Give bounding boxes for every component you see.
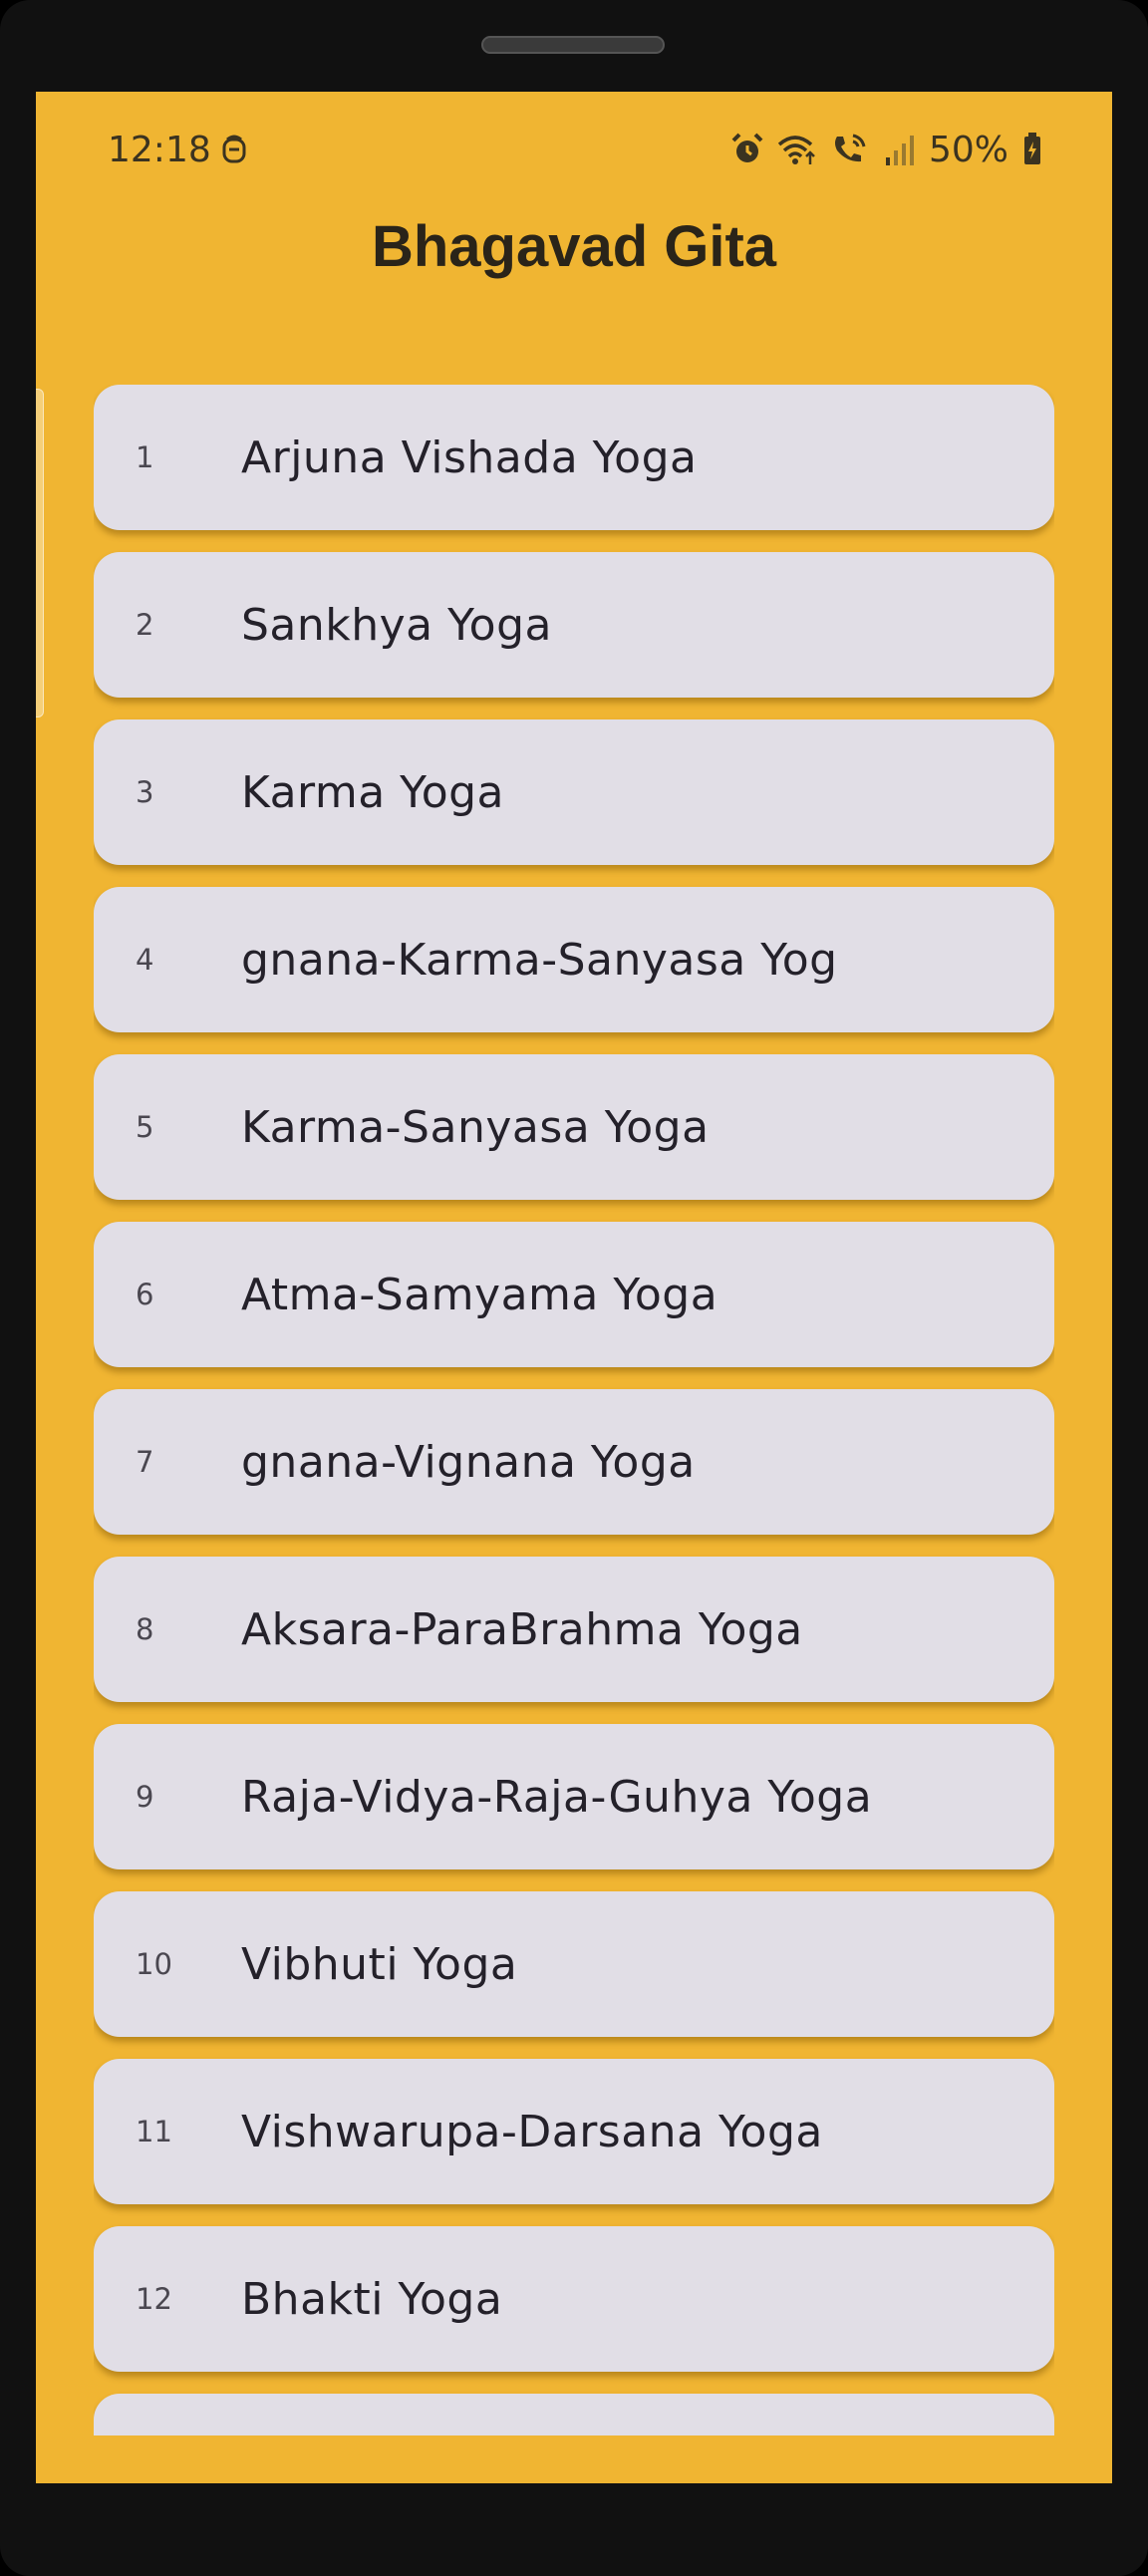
chapter-title: gnana-Karma-Sanyasa Yog: [241, 934, 838, 986]
chapter-card[interactable]: 2 Sankhya Yoga: [94, 552, 1054, 698]
chapter-number: 2: [136, 608, 154, 642]
chapter-list[interactable]: 1 Arjuna Vishada Yoga 2 Sankhya Yoga 3 Karma …: [94, 385, 1054, 2435]
chapter-card[interactable]: 12 Bhakti Yoga: [94, 2226, 1054, 2372]
chapter-card[interactable]: [94, 2394, 1054, 2435]
status-icons: 50%: [731, 128, 1042, 171]
phone-frame: 12:18 50% Bhagavad Gita 1 Arjuna Vishada…: [0, 0, 1148, 2576]
chapter-number: 6: [136, 1278, 154, 1311]
chapter-number: 11: [136, 2115, 172, 2148]
chapter-number: 12: [136, 2282, 172, 2316]
chapter-card[interactable]: 7 gnana-Vignana Yoga: [94, 1389, 1054, 1535]
chapter-title: Vishwarupa-Darsana Yoga: [241, 2106, 823, 2157]
chapter-title: Karma-Sanyasa Yoga: [241, 1101, 710, 1153]
chapter-number: 3: [136, 775, 154, 809]
chapter-number: 5: [136, 1110, 154, 1144]
chapter-card[interactable]: 9 Raja-Vidya-Raja-Guhya Yoga: [94, 1724, 1054, 1869]
chapter-title: Bhakti Yoga: [241, 2273, 503, 2325]
chapter-number: 10: [136, 1947, 172, 1981]
app-screen: 12:18 50% Bhagavad Gita 1 Arjuna Vishada…: [36, 92, 1112, 2483]
signal-icon: [885, 134, 915, 165]
phone-speaker: [481, 36, 665, 54]
chapter-card[interactable]: 1 Arjuna Vishada Yoga: [94, 385, 1054, 530]
chapter-card[interactable]: 11 Vishwarupa-Darsana Yoga: [94, 2059, 1054, 2204]
chapter-number: 9: [136, 1780, 154, 1814]
chapter-title: Atma-Samyama Yoga: [241, 1269, 718, 1320]
chapter-card[interactable]: 6 Atma-Samyama Yoga: [94, 1222, 1054, 1367]
battery-icon: [1022, 133, 1042, 166]
face-recognition-icon: [221, 134, 247, 165]
battery-percent: 50%: [928, 129, 1008, 170]
chapter-card[interactable]: 4 gnana-Karma-Sanyasa Yog: [94, 887, 1054, 1032]
app-title: Bhagavad Gita: [371, 214, 777, 279]
chapter-number: 4: [136, 943, 154, 977]
chapter-title: gnana-Vignana Yoga: [241, 1436, 696, 1488]
wifi-icon: [777, 133, 817, 166]
edge-panel-handle[interactable]: [36, 389, 44, 717]
volte-call-icon: [831, 133, 871, 166]
status-bar: 12:18 50%: [36, 92, 1112, 211]
chapter-title: Raja-Vidya-Raja-Guhya Yoga: [241, 1771, 873, 1823]
chapter-title: Vibhuti Yoga: [241, 1938, 518, 1990]
chapter-number: 8: [136, 1612, 154, 1646]
chapter-title: Arjuna Vishada Yoga: [241, 431, 698, 483]
chapter-card[interactable]: 8 Aksara-ParaBrahma Yoga: [94, 1557, 1054, 1702]
chapter-title: Sankhya Yoga: [241, 599, 552, 651]
chapter-card[interactable]: 10 Vibhuti Yoga: [94, 1891, 1054, 2037]
alarm-icon: [731, 133, 763, 166]
chapter-card[interactable]: 5 Karma-Sanyasa Yoga: [94, 1054, 1054, 1200]
chapter-title: Karma Yoga: [241, 766, 505, 818]
status-time: 12:18: [108, 130, 211, 170]
chapter-title: Aksara-ParaBrahma Yoga: [241, 1603, 803, 1655]
chapter-number: 1: [136, 440, 154, 474]
chapter-card[interactable]: 3 Karma Yoga: [94, 719, 1054, 865]
chapter-number: 7: [136, 1445, 154, 1479]
